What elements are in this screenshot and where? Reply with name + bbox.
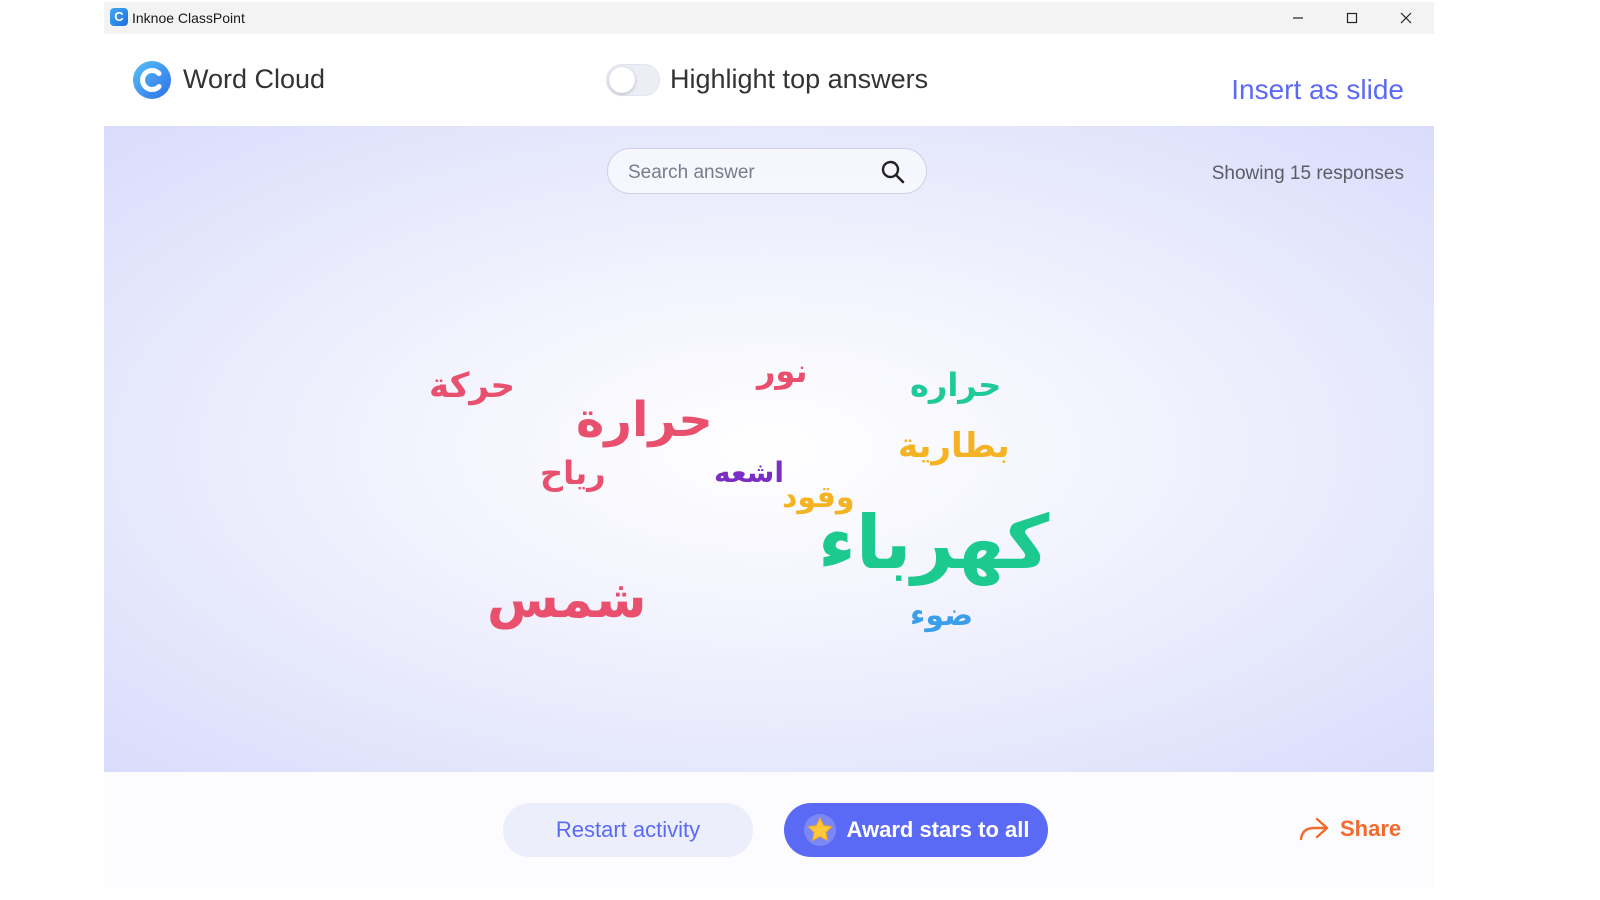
word-cloud-word[interactable]: كهرباء bbox=[818, 500, 1049, 586]
maximize-button[interactable] bbox=[1329, 2, 1375, 34]
classpoint-app-icon: C bbox=[110, 8, 128, 26]
footer-bar: Restart activity Award stars to all Shar… bbox=[104, 772, 1434, 888]
close-button[interactable] bbox=[1383, 2, 1429, 34]
toggle-knob bbox=[609, 67, 635, 93]
word-cloud-canvas: Showing 15 responses حركة نور حراره حرار… bbox=[104, 126, 1434, 772]
response-count: Showing 15 responses bbox=[1211, 163, 1404, 184]
share-button[interactable]: Share bbox=[1298, 816, 1401, 842]
maximize-icon bbox=[1346, 12, 1358, 24]
restart-activity-button[interactable]: Restart activity bbox=[503, 803, 753, 857]
page-title: Word Cloud bbox=[183, 64, 326, 94]
restart-activity-label: Restart activity bbox=[555, 817, 701, 842]
word-cloud-word[interactable]: رياح bbox=[540, 454, 606, 492]
search-input[interactable] bbox=[626, 159, 870, 187]
app-window: C Inknoe ClassPoint Word Cloud Highlight… bbox=[104, 2, 1434, 888]
word-cloud-word[interactable]: ضوء bbox=[910, 598, 973, 633]
close-icon bbox=[1400, 12, 1412, 24]
insert-as-slide-button[interactable]: Insert as slide bbox=[1231, 74, 1404, 106]
word-cloud-word[interactable]: نور bbox=[757, 352, 808, 390]
award-stars-button[interactable]: Award stars to all bbox=[784, 803, 1048, 857]
share-arrow-icon bbox=[1299, 817, 1329, 841]
share-label: Share bbox=[1340, 816, 1402, 841]
word-cloud-word[interactable]: حرارة bbox=[576, 392, 713, 448]
word-cloud-word[interactable]: حراره bbox=[910, 366, 1001, 404]
window-title: Inknoe ClassPoint bbox=[132, 10, 245, 26]
header: Word Cloud Highlight top answers Insert … bbox=[104, 34, 1434, 126]
title-bar: C Inknoe ClassPoint bbox=[104, 2, 1434, 34]
classpoint-logo-icon bbox=[133, 61, 171, 99]
award-stars-label: Award stars to all bbox=[846, 817, 1030, 842]
search-icon[interactable] bbox=[880, 159, 906, 185]
word-cloud-word[interactable]: اشعه bbox=[714, 456, 784, 489]
highlight-top-answers-label: Highlight top answers bbox=[670, 64, 929, 94]
word-cloud-word[interactable]: حركة bbox=[429, 366, 515, 406]
minimize-icon bbox=[1293, 17, 1303, 19]
highlight-top-answers-toggle[interactable] bbox=[606, 64, 660, 96]
word-cloud-word[interactable]: بطارية bbox=[898, 426, 1010, 466]
search-box bbox=[607, 148, 927, 194]
star-icon bbox=[803, 814, 836, 846]
word-cloud-word[interactable]: شمس bbox=[487, 570, 647, 630]
minimize-button[interactable] bbox=[1275, 2, 1321, 34]
